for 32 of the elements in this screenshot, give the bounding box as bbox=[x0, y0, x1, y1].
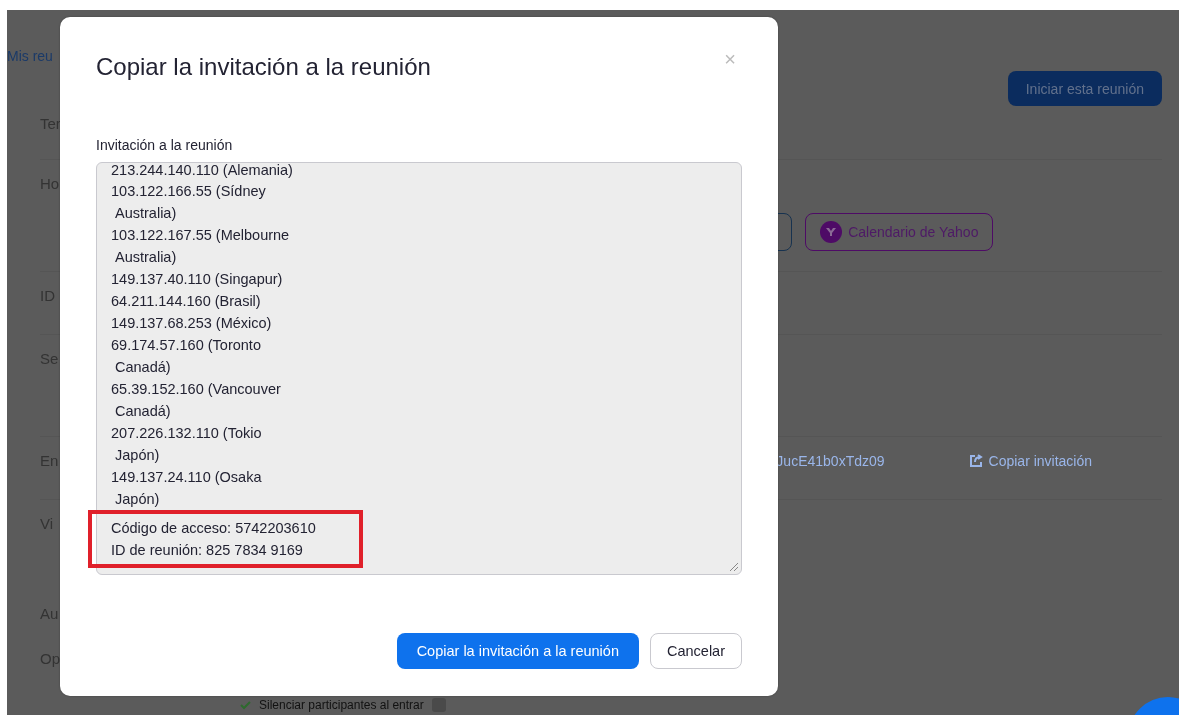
text-line: Japón) bbox=[114, 490, 160, 509]
breadcrumb-link[interactable]: Mis reu bbox=[7, 47, 53, 65]
close-button[interactable]: × bbox=[718, 49, 742, 69]
text-line: 64.211.144.160 (Brasil) bbox=[111, 292, 261, 311]
cancel-button[interactable]: Cancelar bbox=[649, 633, 742, 669]
copy-invitation-button[interactable]: Copiar la invitación a la reunión bbox=[396, 633, 639, 669]
text-line: 103.122.166.55 (Sídney bbox=[111, 182, 266, 201]
share-icon bbox=[968, 454, 983, 468]
dialog-title: Copiar la invitación a la reunión bbox=[96, 52, 431, 82]
yahoo-calendar-button[interactable]: Calendario de Yahoo bbox=[805, 213, 994, 251]
resize-grip-icon[interactable] bbox=[729, 562, 739, 572]
text-line: 213.244.140.110 (Alemania) bbox=[111, 163, 294, 180]
yahoo-logo-icon bbox=[820, 221, 843, 243]
option-label: Silenciar participantes al entrar bbox=[259, 699, 424, 711]
text-line: 65.39.152.160 (Vancouver bbox=[111, 380, 281, 399]
text-line: 103.122.167.55 (Melbourne bbox=[111, 226, 290, 245]
text-line: 207.226.132.110 (Tokio bbox=[111, 424, 262, 443]
text-line: Canadá) bbox=[114, 402, 171, 421]
text-line: 69.174.57.160 (Toronto bbox=[111, 336, 261, 355]
start-meeting-button[interactable]: Iniciar esta reunión bbox=[1007, 71, 1162, 106]
text-line: 149.137.40.110 (Singapur) bbox=[111, 270, 283, 289]
text-line: 149.137.24.110 (Osaka bbox=[111, 468, 262, 487]
meeting-link[interactable]: JucE41b0xTdz09 bbox=[776, 452, 885, 470]
field-label: Invitación a la reunión bbox=[96, 136, 234, 154]
text-line: Canadá) bbox=[114, 358, 171, 377]
text-line: Japón) bbox=[114, 446, 160, 465]
text-line: 149.137.68.253 (México) bbox=[111, 314, 272, 333]
copy-invitation-link[interactable]: Copiar invitación bbox=[968, 452, 1093, 470]
text-line: ID de reunión: 825 7834 9169 bbox=[111, 541, 303, 560]
text-line: Código de acceso: 5742203610 bbox=[111, 519, 316, 538]
text-line: Australia) bbox=[114, 204, 177, 223]
text-line: Australia) bbox=[114, 248, 177, 267]
